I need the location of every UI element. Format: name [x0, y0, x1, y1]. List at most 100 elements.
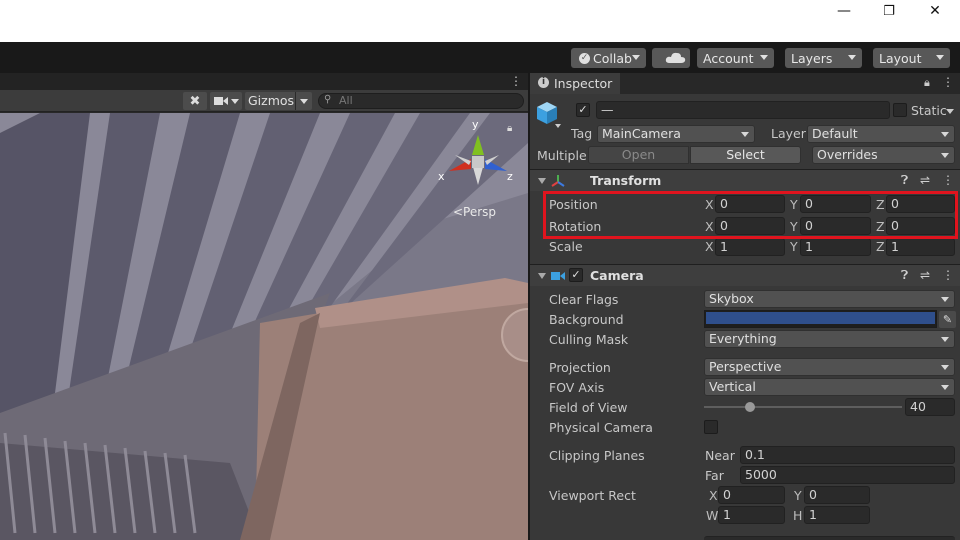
rotation-x-axis[interactable]: X	[705, 219, 714, 234]
rotation-x-field[interactable]: 0	[715, 217, 785, 235]
static-dropdown-arrow[interactable]	[946, 109, 954, 114]
field-of-view-slider[interactable]	[704, 399, 902, 415]
physical-camera-checkbox[interactable]	[704, 420, 718, 434]
eyedropper-icon[interactable]: ✎	[939, 311, 956, 328]
scale-y-axis[interactable]: Y	[790, 239, 798, 254]
object-name-field[interactable]: —	[596, 101, 890, 119]
projection-dropdown[interactable]: Perspective	[704, 358, 955, 376]
viewport-w-axis[interactable]: W	[706, 508, 718, 523]
search-icon: ⚲	[324, 94, 332, 105]
more-icon[interactable]: ⋮	[942, 173, 954, 187]
camera-header[interactable]: ✓ Camera ❓︎ ⇌ ⋮	[530, 264, 960, 286]
persp-label[interactable]: <Persp	[453, 205, 496, 219]
position-z-field[interactable]: 0	[886, 195, 955, 213]
scene-search-input[interactable]: ⚲ All	[318, 93, 524, 109]
position-z-axis[interactable]: Z	[876, 197, 885, 212]
field-of-view-field[interactable]: 40	[905, 398, 955, 416]
camera-icon	[551, 272, 565, 280]
lock-icon[interactable]: 🔒︎	[507, 123, 512, 134]
tab-inspector[interactable]: i Inspector	[530, 73, 620, 94]
slider-thumb[interactable]	[745, 402, 756, 412]
viewport-h-field[interactable]: 1	[804, 506, 870, 524]
viewport-x-field[interactable]: 0	[718, 486, 785, 504]
tag-label: Tag	[571, 126, 593, 141]
gizmos-label: Gizmos	[248, 93, 295, 108]
position-x-field[interactable]: 0	[715, 195, 785, 213]
fov-axis-value: Vertical	[709, 379, 756, 394]
viewport-w-field[interactable]: 1	[718, 506, 785, 524]
scale-x-field[interactable]: 1	[715, 238, 785, 256]
projection-label: Projection	[549, 360, 611, 375]
static-label[interactable]: Static	[911, 103, 947, 118]
account-dropdown[interactable]: Account	[697, 48, 774, 68]
camera-enabled-checkbox[interactable]: ✓	[569, 268, 583, 282]
minimize-button[interactable]: —	[821, 0, 867, 22]
viewport-y-field[interactable]: 0	[804, 486, 870, 504]
rotation-z-axis[interactable]: Z	[876, 219, 885, 234]
layer-dropdown[interactable]: Default	[807, 125, 955, 143]
scale-y-field[interactable]: 1	[800, 238, 871, 256]
maximize-button[interactable]: ❐	[866, 0, 912, 22]
orientation-gizmo[interactable]: y x z 🔒︎	[435, 113, 515, 198]
help-icon[interactable]: ❓︎	[901, 173, 908, 188]
check-circle-icon: ✓	[579, 52, 590, 64]
scene-viewport[interactable]: y x z 🔒︎ <Persp	[0, 113, 528, 540]
static-checkbox[interactable]	[893, 103, 907, 117]
open-button[interactable]: Open	[588, 146, 689, 164]
close-button[interactable]: ✕	[912, 0, 958, 22]
help-icon[interactable]: ❓︎	[901, 268, 908, 283]
tools-button[interactable]: ✖	[183, 92, 207, 110]
tag-dropdown[interactable]: MainCamera	[597, 125, 755, 143]
viewport-rect-label: Viewport Rect	[549, 488, 636, 503]
viewport-x-axis[interactable]: X	[709, 488, 718, 503]
more-icon[interactable]: ⋮	[942, 75, 954, 89]
layers-dropdown[interactable]: Layers	[785, 48, 862, 68]
far-field[interactable]: 5000	[740, 466, 955, 484]
clear-flags-dropdown[interactable]: Skybox	[704, 290, 955, 308]
viewport-y-axis[interactable]: Y	[794, 488, 802, 503]
lock-icon[interactable]: 🔒︎	[924, 76, 930, 90]
active-checkbox[interactable]: ✓	[576, 103, 590, 117]
more-icon[interactable]: ⋮	[510, 74, 522, 88]
scale-z-field[interactable]: 1	[886, 238, 955, 256]
camera-dropdown[interactable]	[210, 92, 242, 110]
scale-x-axis[interactable]: X	[705, 239, 714, 254]
scene-toolbar: ✖ Gizmos ⚲ All	[0, 90, 528, 112]
next-field-partial[interactable]	[704, 536, 955, 540]
overrides-dropdown[interactable]: Overrides	[812, 146, 955, 164]
scale-z-axis[interactable]: Z	[876, 239, 885, 254]
clear-flags-label: Clear Flags	[549, 292, 619, 307]
more-icon[interactable]: ⋮	[942, 268, 954, 282]
scene-view: ⋮ ✖ Gizmos ⚲ All y x z 🔒︎ <Persp	[0, 73, 528, 540]
tab-inspector-label: Inspector	[554, 76, 613, 91]
position-label: Position	[549, 197, 598, 212]
transform-header[interactable]: Transform ❓︎ ⇌ ⋮	[530, 169, 960, 191]
select-button[interactable]: Select	[690, 146, 801, 164]
collab-button[interactable]: ✓ Collab	[571, 48, 646, 68]
multiple-label: Multiple	[537, 148, 587, 163]
fov-axis-label: FOV Axis	[549, 380, 605, 395]
culling-mask-dropdown[interactable]: Everything	[704, 330, 955, 348]
layout-dropdown[interactable]: Layout	[873, 48, 950, 68]
fov-axis-dropdown[interactable]: Vertical	[704, 378, 955, 396]
fold-arrow-icon[interactable]	[538, 178, 546, 184]
viewport-h-axis[interactable]: H	[793, 508, 802, 523]
layer-label: Layer	[771, 126, 806, 141]
tag-value: MainCamera	[602, 126, 681, 141]
preset-icon[interactable]: ⇌	[920, 173, 930, 187]
background-color-field[interactable]	[704, 310, 937, 328]
rotation-y-field[interactable]: 0	[800, 217, 871, 235]
position-y-field[interactable]: 0	[800, 195, 871, 213]
rotation-z-field[interactable]: 0	[886, 217, 955, 235]
near-field[interactable]: 0.1	[740, 446, 955, 464]
collab-label: Collab	[593, 50, 632, 66]
fold-arrow-icon[interactable]	[538, 273, 546, 279]
preset-icon[interactable]: ⇌	[920, 268, 930, 282]
inspector-panel: i Inspector 🔒︎ ⋮ ✓ — Static Tag MainCame…	[530, 73, 960, 540]
rotation-y-axis[interactable]: Y	[790, 219, 798, 234]
position-x-axis[interactable]: X	[705, 197, 714, 212]
position-y-axis[interactable]: Y	[790, 197, 798, 212]
cloud-button[interactable]	[652, 48, 690, 68]
window-titlebar: — ❐ ✕	[0, 0, 960, 42]
gizmos-dropdown[interactable]: Gizmos	[245, 92, 312, 110]
